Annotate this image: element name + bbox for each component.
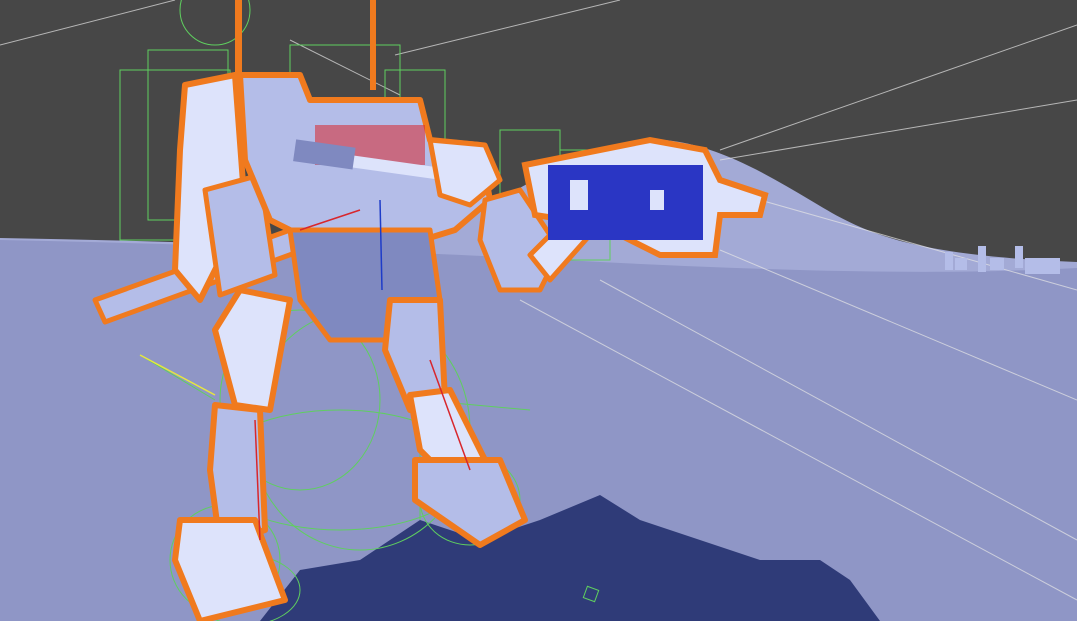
weapon-panel-block-a	[570, 180, 588, 210]
antenna-left	[235, 0, 242, 75]
antenna-right	[370, 0, 376, 90]
scene-viewport[interactable]	[0, 0, 1077, 621]
weapon-panel-block-b	[650, 190, 664, 210]
scene-canvas[interactable]	[0, 0, 1077, 621]
